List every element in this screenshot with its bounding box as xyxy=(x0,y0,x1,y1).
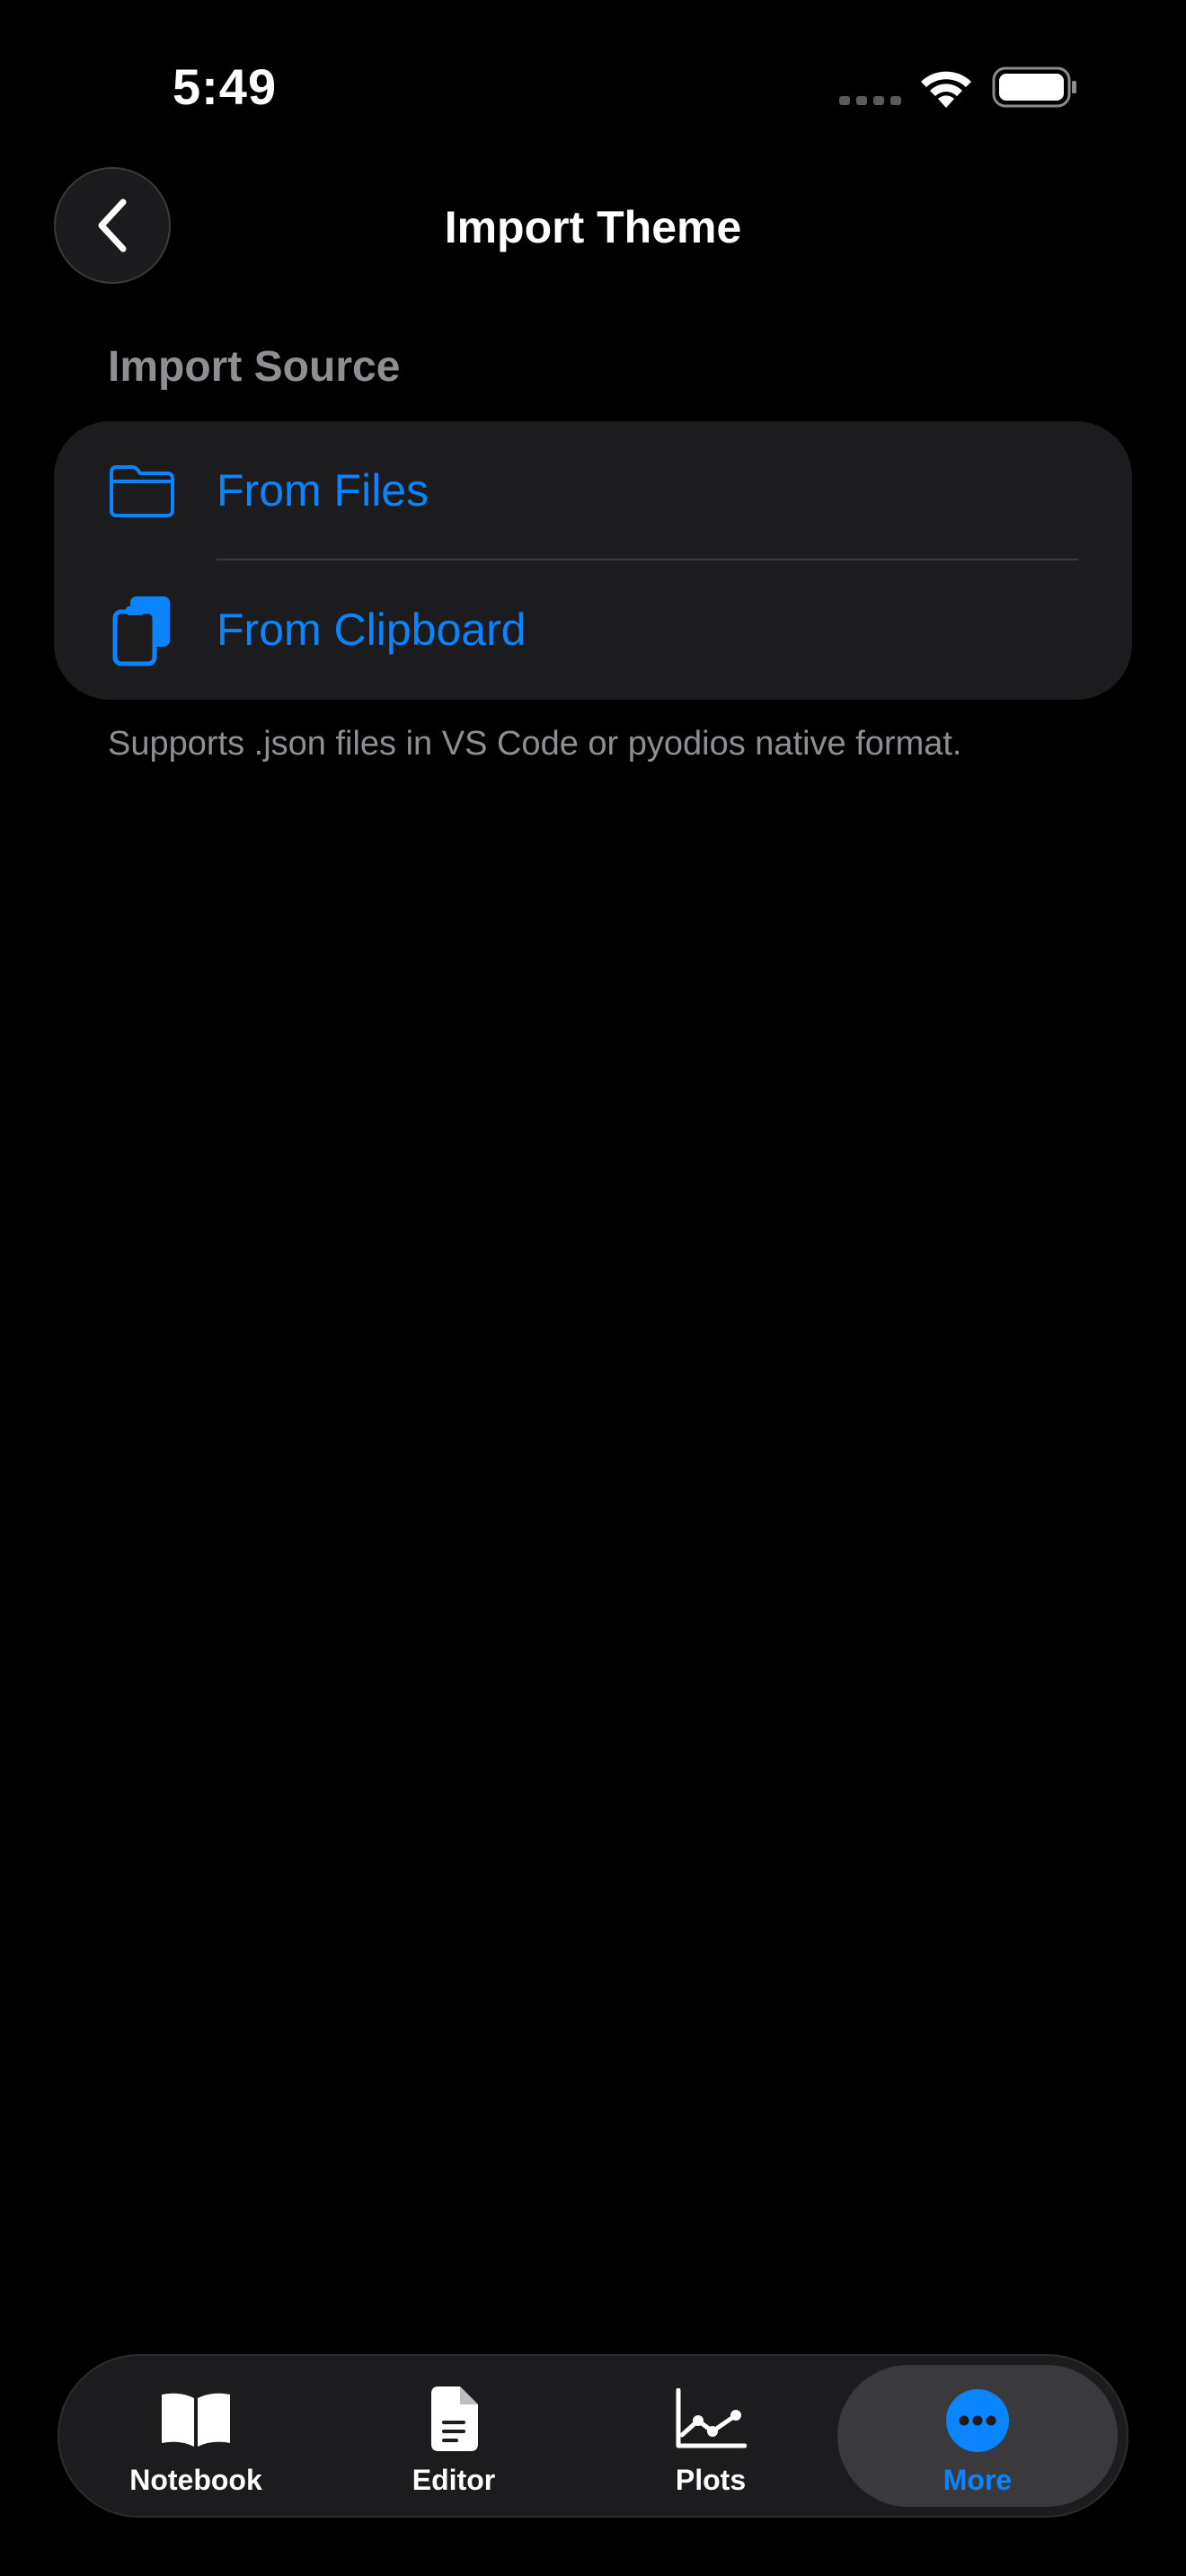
chevron-left-icon xyxy=(98,198,127,252)
battery-icon xyxy=(992,66,1076,108)
tab-editor[interactable]: Editor xyxy=(328,2354,580,2518)
tab-bar: Notebook Editor Plots More xyxy=(58,2354,1128,2518)
from-files-row[interactable]: From Files xyxy=(54,421,1132,560)
back-button[interactable] xyxy=(54,167,171,284)
tab-plots-label: Plots xyxy=(675,2464,747,2496)
from-clipboard-label: From Clipboard xyxy=(217,604,527,655)
tab-more[interactable]: More xyxy=(837,2365,1118,2507)
chart-line-icon xyxy=(676,2388,747,2448)
cellular-signal-icon xyxy=(839,96,901,105)
from-files-label: From Files xyxy=(217,465,429,516)
section-header-import-source: Import Source xyxy=(108,343,401,391)
clipboard-icon xyxy=(112,595,170,666)
status-time: 5:49 xyxy=(173,58,278,115)
import-source-card: From Files From Clipboard xyxy=(54,421,1132,700)
tab-plots[interactable]: Plots xyxy=(585,2354,836,2518)
from-clipboard-row[interactable]: From Clipboard xyxy=(54,560,1132,700)
folder-icon xyxy=(110,464,174,517)
page-title: Import Theme xyxy=(444,202,742,252)
tab-editor-label: Editor xyxy=(412,2464,496,2496)
import-footer-note: Supports .json files in VS Code or pyodi… xyxy=(108,725,962,763)
ellipsis-circle-icon xyxy=(946,2389,1009,2452)
document-icon xyxy=(431,2386,478,2451)
tab-notebook-label: Notebook xyxy=(129,2464,262,2496)
tab-notebook[interactable]: Notebook xyxy=(70,2354,322,2518)
tab-more-label: More xyxy=(943,2464,1013,2496)
book-icon xyxy=(162,2393,230,2447)
wifi-icon xyxy=(921,71,971,108)
